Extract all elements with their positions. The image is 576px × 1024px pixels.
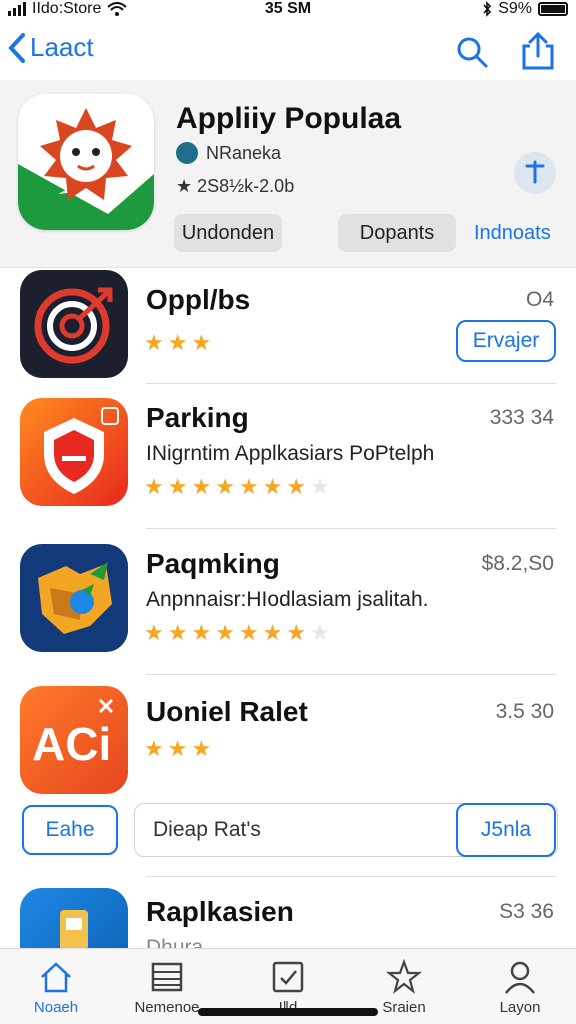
map-icon — [38, 562, 112, 634]
back-button[interactable]: Laact — [8, 32, 94, 63]
star-icon: ★ — [262, 474, 283, 499]
tab-label: Noaeh — [33, 999, 79, 1016]
developer-name: NRaneka — [206, 142, 282, 163]
app-name: Paqmking — [146, 548, 280, 579]
app-name: Oppl/bs — [146, 284, 251, 315]
star-icon: ★ — [191, 330, 212, 355]
j5nla-button[interactable]: J5nla — [456, 803, 556, 857]
shield-app-icon — [20, 398, 128, 506]
target-app-icon — [20, 270, 128, 378]
divider — [146, 876, 556, 877]
app-name: Raplkasien — [146, 896, 294, 927]
app-price: S3 36 — [499, 900, 554, 923]
tab-label: Nemenoe — [134, 999, 200, 1016]
home-icon — [41, 962, 71, 993]
star-icon: ★ — [310, 620, 330, 645]
robot-icon — [60, 910, 88, 948]
checkbox-icon — [272, 961, 304, 993]
star-icon: ★ — [167, 330, 188, 355]
status-bar: IIdo:Store 35 SM S9% — [0, 0, 576, 22]
divider — [146, 528, 556, 529]
divider — [146, 674, 556, 675]
map-app-icon — [20, 544, 128, 652]
star-rating: ★ ★ ★ ★ ★ ★ ★ ★ — [144, 622, 330, 644]
shield-icon — [44, 407, 119, 494]
star-icon: ★ — [238, 620, 259, 645]
tab-home[interactable]: Noaeh — [6, 959, 106, 1016]
star-icon: ★ — [215, 474, 235, 499]
get-button[interactable]: Ervajer — [456, 320, 556, 362]
app-price: O4 — [525, 288, 554, 311]
tab-label: Sraien — [382, 999, 426, 1016]
spiral-target-icon — [34, 287, 113, 364]
undonden-button[interactable]: Undonden — [174, 214, 282, 252]
star-icon: ★ — [191, 474, 212, 499]
app-price: 333 34 — [489, 406, 554, 429]
star-icon: ★ — [167, 620, 188, 645]
featured-app-title: Appliiy Populaa — [176, 102, 402, 135]
star-rating: ★ ★ ★ — [144, 332, 211, 354]
star-icon: ★ — [167, 736, 188, 761]
app-name: Parking — [146, 402, 249, 433]
app-description: Anpnnaisr:HIodlasiam jsalitah. — [146, 588, 429, 611]
list-item[interactable]: ACi Uoniel Ralet 3.5 30 ★ ★ ★ — [0, 676, 576, 796]
star-icon: ★ — [286, 474, 307, 499]
star-rating: ★ ★ ★ ★ ★ ★ ★ ★ — [144, 476, 330, 498]
download-icon[interactable] — [514, 152, 556, 194]
home-indicator — [198, 1008, 378, 1016]
star-icon: ★ — [144, 736, 164, 761]
app-price: $8.2,S0 — [481, 552, 554, 575]
list-item[interactable]: Oppl/bs O4 ★ ★ ★ Ervajer — [0, 268, 576, 384]
aci-logo-icon: ACi — [32, 698, 114, 770]
developer-row[interactable]: NRaneka — [176, 142, 281, 164]
status-right: S9% — [482, 0, 568, 18]
share-icon[interactable] — [520, 32, 556, 70]
star-icon: ★ — [144, 330, 164, 355]
list-item[interactable]: Raplkasien S3 36 Dhura — [0, 876, 576, 948]
star-icon: ★ — [144, 620, 164, 645]
star-icon: ★ — [191, 736, 212, 761]
star-icon: ★ — [262, 620, 283, 645]
eahe-button[interactable]: Eahe — [22, 805, 118, 855]
star-icon: ★ — [215, 620, 235, 645]
star-icon — [386, 959, 422, 994]
battery-percent: S9% — [498, 0, 532, 17]
star-icon: ★ — [167, 474, 188, 499]
aci-app-icon: ACi — [20, 686, 128, 794]
svg-text:ACi: ACi — [32, 718, 111, 770]
dopants-button[interactable]: Dopants — [338, 214, 456, 252]
app-price: 3.5 30 — [495, 700, 554, 723]
app-description: Dhura — [146, 936, 204, 948]
chevron-left-icon — [8, 32, 25, 63]
battery-icon — [538, 2, 568, 16]
filter-row: Eahe Dieap Rat's J5nla — [0, 800, 576, 860]
star-icon: ★ — [286, 620, 307, 645]
tab-person[interactable]: Layon — [470, 959, 570, 1016]
app-description: INigrntim Applkasiars PoPtelph — [146, 442, 435, 465]
list-item[interactable]: Paqmking $8.2,S0 Anpnnaisr:HIodlasiam js… — [0, 530, 576, 676]
tab-label: Layon — [499, 999, 541, 1016]
sun-face-icon — [18, 94, 154, 230]
bluetooth-icon — [483, 1, 492, 17]
back-label: Laact — [30, 32, 94, 62]
featured-rating: ★ 2S8½k-2.0b — [176, 176, 295, 196]
star-icon: ★ — [238, 474, 259, 499]
robot-app-icon — [20, 888, 128, 948]
nav-bar: Laact — [0, 26, 576, 80]
indnoats-link[interactable]: Indnoats — [474, 222, 551, 245]
list-item[interactable]: Parking 333 34 INigrntim Applkasiars PoP… — [0, 384, 576, 530]
list-icon — [151, 962, 183, 992]
star-rating: ★ ★ ★ — [144, 738, 211, 760]
app-name: Uoniel Ralet — [146, 696, 308, 727]
star-icon: ★ — [191, 620, 212, 645]
developer-avatar — [176, 142, 198, 164]
person-icon — [505, 961, 535, 994]
search-icon[interactable] — [454, 34, 490, 70]
star-icon: ★ — [310, 474, 330, 499]
star-icon: ★ — [144, 474, 164, 499]
featured-app-icon[interactable] — [18, 94, 154, 230]
